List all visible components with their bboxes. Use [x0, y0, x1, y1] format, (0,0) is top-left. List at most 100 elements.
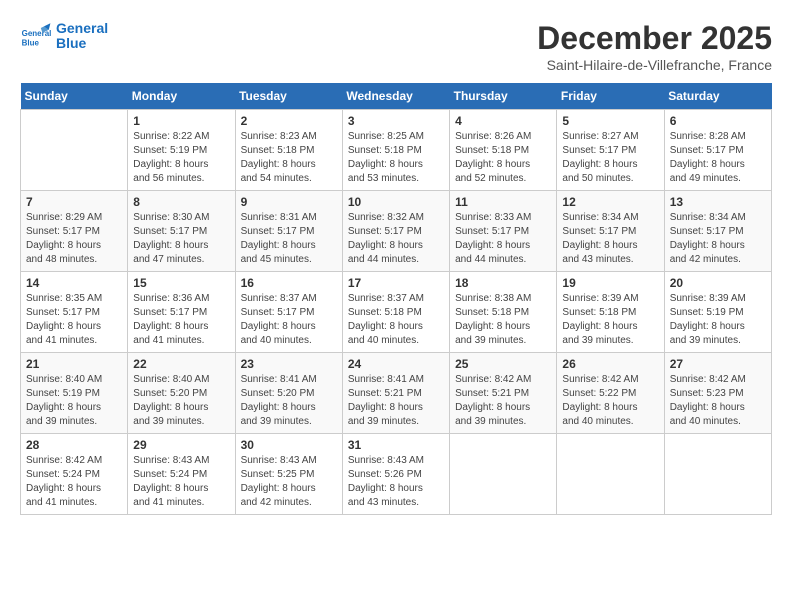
day-number: 20 — [670, 276, 766, 290]
day-info: Sunrise: 8:26 AM Sunset: 5:18 PM Dayligh… — [455, 130, 551, 186]
day-number: 17 — [348, 276, 444, 290]
calendar-cell: 17Sunrise: 8:37 AM Sunset: 5:18 PM Dayli… — [342, 272, 449, 353]
calendar-week-row: 21Sunrise: 8:40 AM Sunset: 5:19 PM Dayli… — [21, 353, 772, 434]
calendar-cell: 1 Sunrise: 8:22 AM Sunset: 5:19 PM Daylig… — [128, 110, 235, 191]
calendar-cell: 7 Sunrise: 8:29 AM Sunset: 5:17 PM Daylig… — [21, 191, 128, 272]
calendar-cell: 9Sunrise: 8:31 AM Sunset: 5:17 PM Daylig… — [235, 191, 342, 272]
calendar-cell: 4Sunrise: 8:26 AM Sunset: 5:18 PM Daylig… — [450, 110, 557, 191]
day-info: Sunrise: 8:34 AM Sunset: 5:17 PM Dayligh… — [670, 211, 766, 267]
day-number: 8 — [133, 195, 229, 209]
calendar-cell: 6Sunrise: 8:28 AM Sunset: 5:17 PM Daylig… — [664, 110, 771, 191]
calendar-week-row: 7 Sunrise: 8:29 AM Sunset: 5:17 PM Daylig… — [21, 191, 772, 272]
day-number: 1 — [133, 114, 229, 128]
day-number: 18 — [455, 276, 551, 290]
day-info: Sunrise: 8:22 AM Sunset: 5:19 PM Dayligh… — [133, 130, 229, 186]
logo: General Blue General Blue — [20, 20, 108, 52]
calendar-cell: 27Sunrise: 8:42 AM Sunset: 5:23 PM Dayli… — [664, 353, 771, 434]
calendar-cell: 8 Sunrise: 8:30 AM Sunset: 5:17 PM Daylig… — [128, 191, 235, 272]
calendar-week-row: 28Sunrise: 8:42 AM Sunset: 5:24 PM Dayli… — [21, 434, 772, 515]
day-info: Sunrise: 8:41 AM Sunset: 5:20 PM Dayligh… — [241, 373, 337, 429]
calendar-cell: 12 Sunrise: 8:34 AM Sunset: 5:17 PM Dayli… — [557, 191, 664, 272]
day-number: 24 — [348, 357, 444, 371]
calendar-cell: 20 Sunrise: 8:39 AM Sunset: 5:19 PM Dayli… — [664, 272, 771, 353]
day-number: 30 — [241, 438, 337, 452]
day-info: Sunrise: 8:23 AM Sunset: 5:18 PM Dayligh… — [241, 130, 337, 186]
day-number: 31 — [348, 438, 444, 452]
day-info: Sunrise: 8:43 AM Sunset: 5:24 PM Dayligh… — [133, 454, 229, 510]
calendar-cell: 21Sunrise: 8:40 AM Sunset: 5:19 PM Dayli… — [21, 353, 128, 434]
day-info: Sunrise: 8:30 AM Sunset: 5:17 PM Dayligh… — [133, 211, 229, 267]
calendar-week-row: 1 Sunrise: 8:22 AM Sunset: 5:19 PM Daylig… — [21, 110, 772, 191]
day-number: 14 — [26, 276, 122, 290]
calendar-cell: 25 Sunrise: 8:42 AM Sunset: 5:21 PM Dayli… — [450, 353, 557, 434]
calendar-cell — [664, 434, 771, 515]
day-info: Sunrise: 8:42 AM Sunset: 5:21 PM Dayligh… — [455, 373, 551, 429]
col-header-thursday: Thursday — [450, 83, 557, 110]
day-info: Sunrise: 8:37 AM Sunset: 5:17 PM Dayligh… — [241, 292, 337, 348]
day-info: Sunrise: 8:33 AM Sunset: 5:17 PM Dayligh… — [455, 211, 551, 267]
calendar-cell: 30 Sunrise: 8:43 AM Sunset: 5:25 PM Dayli… — [235, 434, 342, 515]
col-header-monday: Monday — [128, 83, 235, 110]
day-number: 15 — [133, 276, 229, 290]
day-info: Sunrise: 8:43 AM Sunset: 5:25 PM Dayligh… — [241, 454, 337, 510]
day-info: Sunrise: 8:34 AM Sunset: 5:17 PM Dayligh… — [562, 211, 658, 267]
day-number: 13 — [670, 195, 766, 209]
day-info: Sunrise: 8:29 AM Sunset: 5:17 PM Dayligh… — [26, 211, 122, 267]
day-number: 21 — [26, 357, 122, 371]
day-info: Sunrise: 8:32 AM Sunset: 5:17 PM Dayligh… — [348, 211, 444, 267]
calendar-table: SundayMondayTuesdayWednesdayThursdayFrid… — [20, 83, 772, 515]
col-header-sunday: Sunday — [21, 83, 128, 110]
day-info: Sunrise: 8:28 AM Sunset: 5:17 PM Dayligh… — [670, 130, 766, 186]
day-number: 23 — [241, 357, 337, 371]
calendar-cell: 26 Sunrise: 8:42 AM Sunset: 5:22 PM Dayli… — [557, 353, 664, 434]
location: Saint-Hilaire-de-Villefranche, France — [537, 57, 772, 73]
day-info: Sunrise: 8:39 AM Sunset: 5:18 PM Dayligh… — [562, 292, 658, 348]
day-number: 3 — [348, 114, 444, 128]
calendar-week-row: 14 Sunrise: 8:35 AM Sunset: 5:17 PM Dayli… — [21, 272, 772, 353]
day-number: 19 — [562, 276, 658, 290]
day-info: Sunrise: 8:39 AM Sunset: 5:19 PM Dayligh… — [670, 292, 766, 348]
calendar-cell — [21, 110, 128, 191]
calendar-cell: 15 Sunrise: 8:36 AM Sunset: 5:17 PM Dayli… — [128, 272, 235, 353]
calendar-cell: 16 Sunrise: 8:37 AM Sunset: 5:17 PM Dayli… — [235, 272, 342, 353]
day-number: 22 — [133, 357, 229, 371]
day-number: 7 — [26, 195, 122, 209]
calendar-cell — [450, 434, 557, 515]
day-info: Sunrise: 8:42 AM Sunset: 5:23 PM Dayligh… — [670, 373, 766, 429]
day-number: 12 — [562, 195, 658, 209]
calendar-cell: 5Sunrise: 8:27 AM Sunset: 5:17 PM Daylig… — [557, 110, 664, 191]
calendar-cell: 23 Sunrise: 8:41 AM Sunset: 5:20 PM Dayli… — [235, 353, 342, 434]
col-header-tuesday: Tuesday — [235, 83, 342, 110]
day-number: 26 — [562, 357, 658, 371]
calendar-cell: 10 Sunrise: 8:32 AM Sunset: 5:17 PM Dayli… — [342, 191, 449, 272]
day-info: Sunrise: 8:38 AM Sunset: 5:18 PM Dayligh… — [455, 292, 551, 348]
day-number: 25 — [455, 357, 551, 371]
day-info: Sunrise: 8:42 AM Sunset: 5:22 PM Dayligh… — [562, 373, 658, 429]
day-info: Sunrise: 8:35 AM Sunset: 5:17 PM Dayligh… — [26, 292, 122, 348]
title-block: December 2025 Saint-Hilaire-de-Villefran… — [537, 20, 772, 73]
col-header-friday: Friday — [557, 83, 664, 110]
day-info: Sunrise: 8:25 AM Sunset: 5:18 PM Dayligh… — [348, 130, 444, 186]
calendar-cell: 22 Sunrise: 8:40 AM Sunset: 5:20 PM Dayli… — [128, 353, 235, 434]
day-number: 10 — [348, 195, 444, 209]
calendar-cell: 3 Sunrise: 8:25 AM Sunset: 5:18 PM Daylig… — [342, 110, 449, 191]
calendar-cell: 18 Sunrise: 8:38 AM Sunset: 5:18 PM Dayli… — [450, 272, 557, 353]
month-title: December 2025 — [537, 20, 772, 57]
day-number: 16 — [241, 276, 337, 290]
day-number: 29 — [133, 438, 229, 452]
day-info: Sunrise: 8:36 AM Sunset: 5:17 PM Dayligh… — [133, 292, 229, 348]
calendar-cell: 13 Sunrise: 8:34 AM Sunset: 5:17 PM Dayli… — [664, 191, 771, 272]
calendar-cell: 2 Sunrise: 8:23 AM Sunset: 5:18 PM Daylig… — [235, 110, 342, 191]
col-header-wednesday: Wednesday — [342, 83, 449, 110]
calendar-cell — [557, 434, 664, 515]
day-number: 11 — [455, 195, 551, 209]
day-info: Sunrise: 8:40 AM Sunset: 5:20 PM Dayligh… — [133, 373, 229, 429]
calendar-cell: 29 Sunrise: 8:43 AM Sunset: 5:24 PM Dayli… — [128, 434, 235, 515]
calendar-cell: 28Sunrise: 8:42 AM Sunset: 5:24 PM Dayli… — [21, 434, 128, 515]
page-header: General Blue General Blue December 2025 … — [20, 20, 772, 73]
svg-text:Blue: Blue — [22, 39, 40, 48]
day-number: 5 — [562, 114, 658, 128]
day-info: Sunrise: 8:42 AM Sunset: 5:24 PM Dayligh… — [26, 454, 122, 510]
calendar-header-row: SundayMondayTuesdayWednesdayThursdayFrid… — [21, 83, 772, 110]
day-number: 2 — [241, 114, 337, 128]
